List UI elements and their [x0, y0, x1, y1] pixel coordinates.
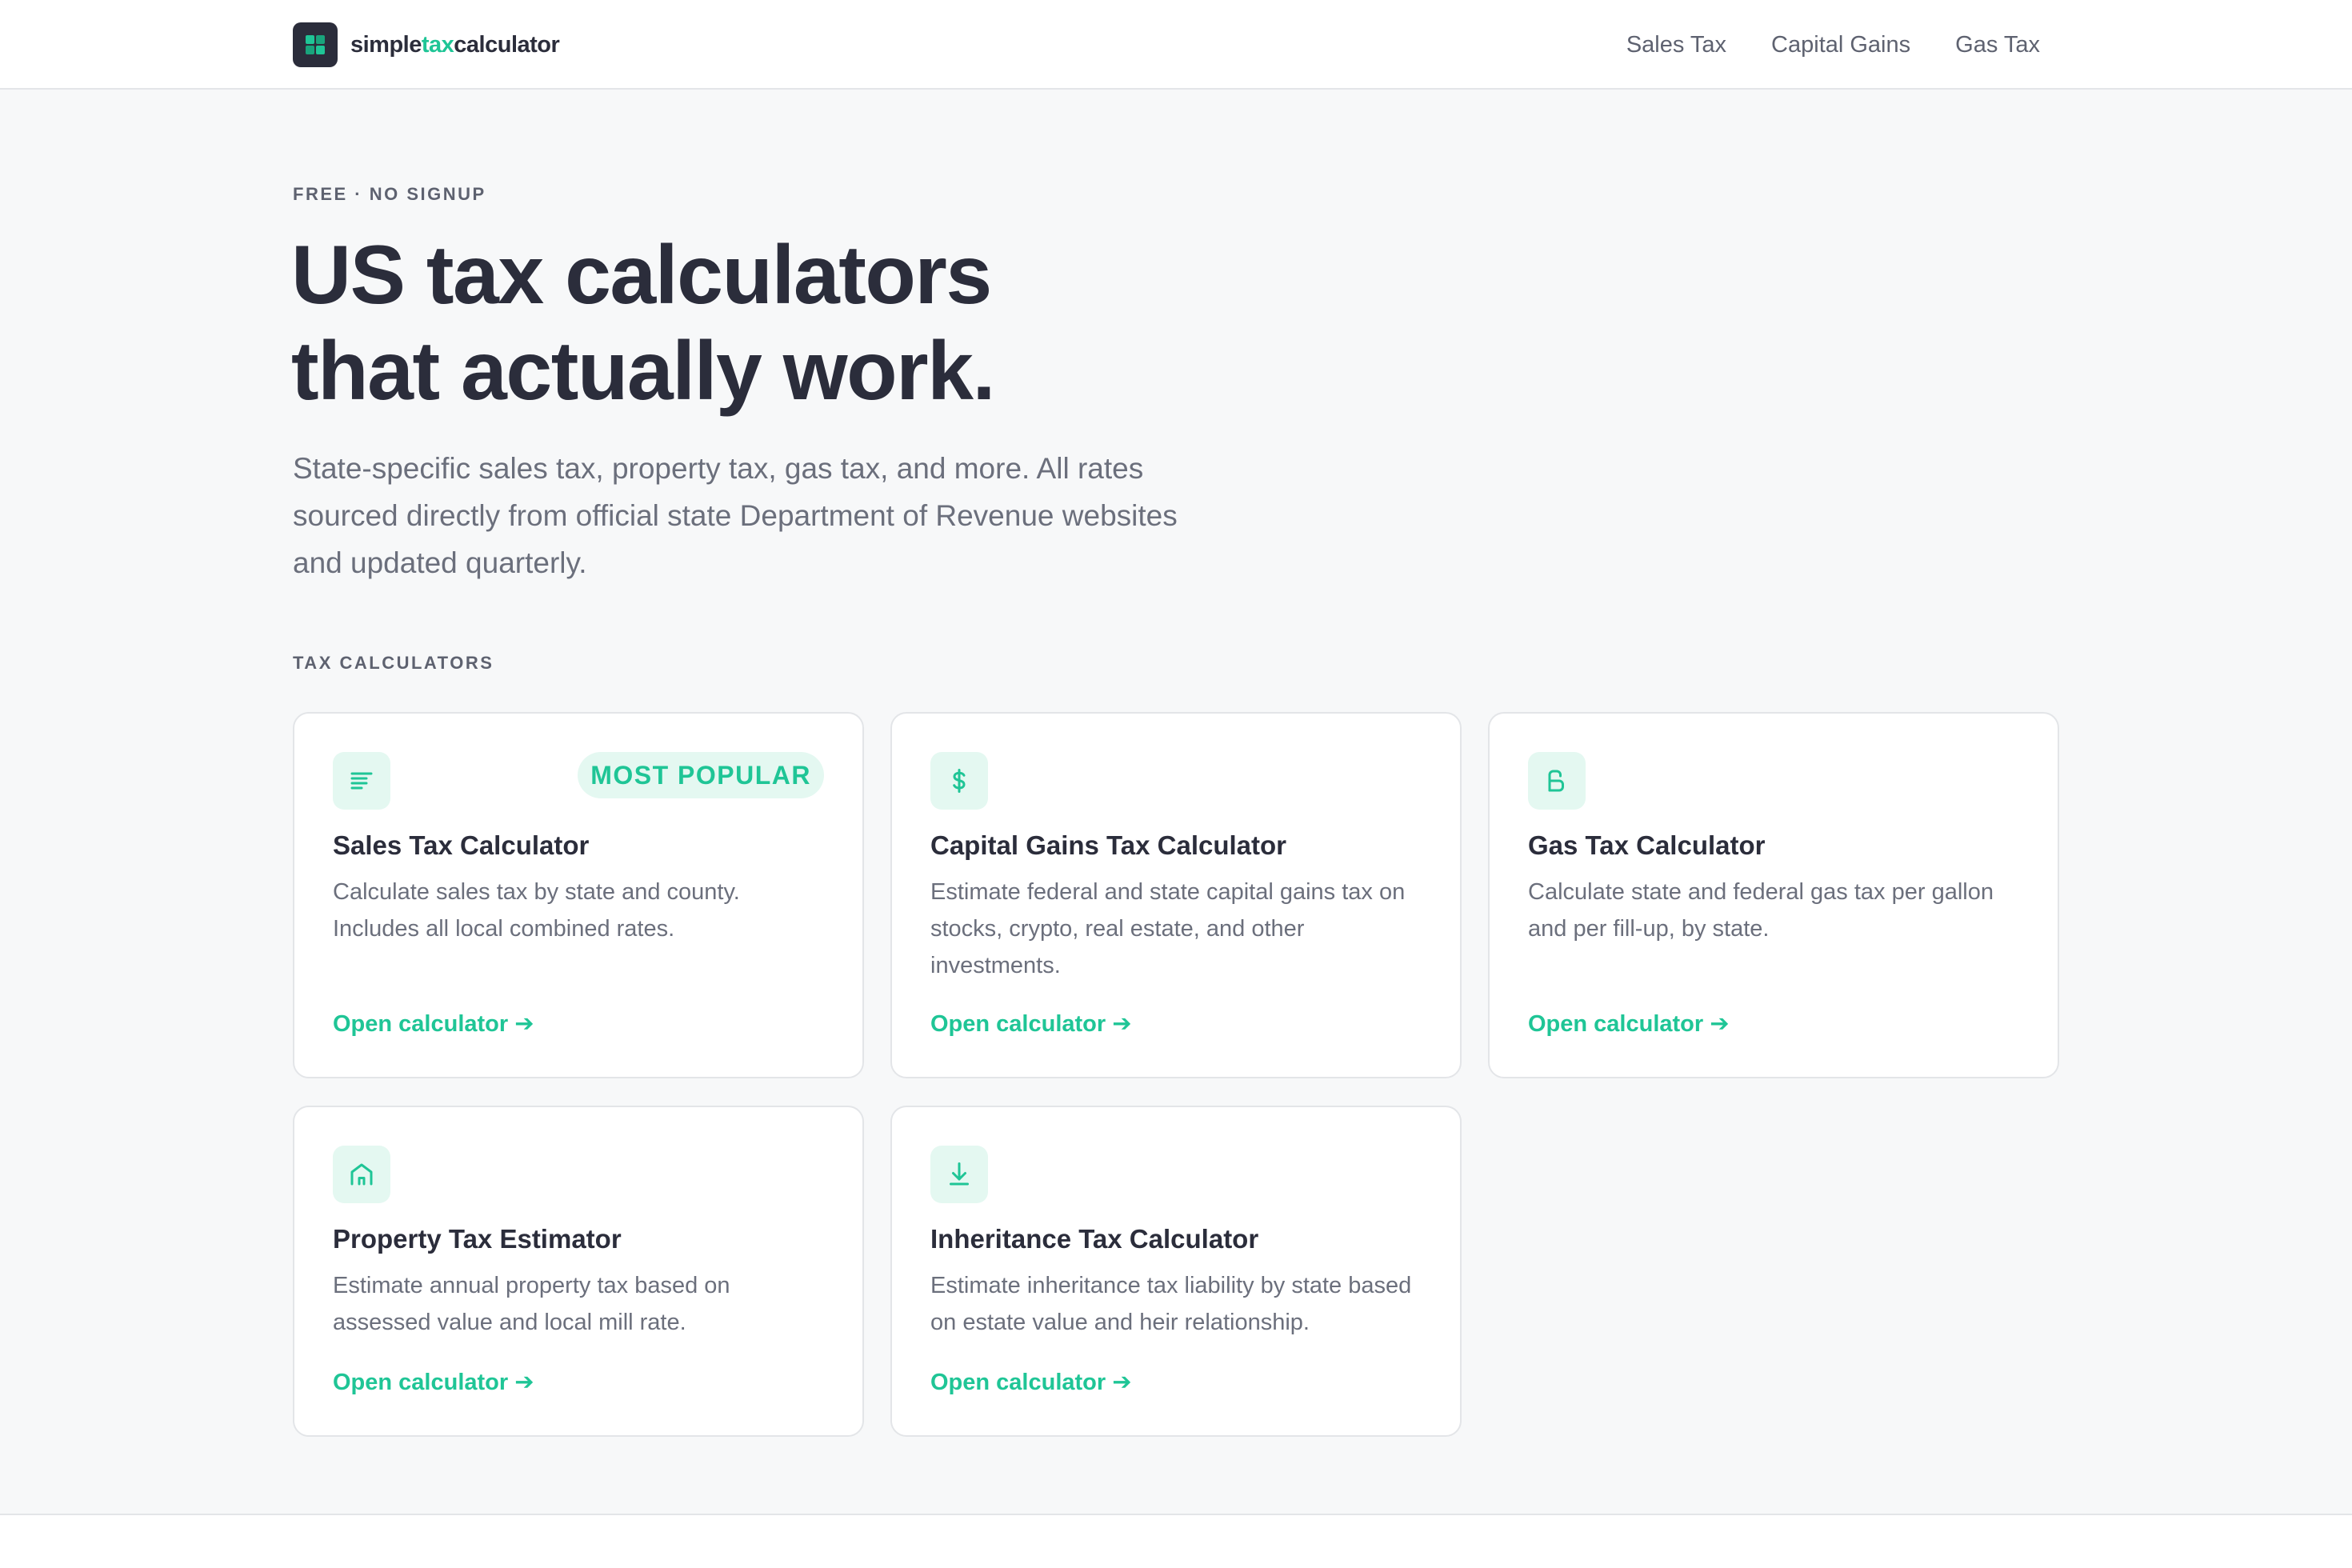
brand-name-accent: tax	[421, 31, 454, 58]
card-inheritance-tax[interactable]: Inheritance Tax Calculator Estimate inhe…	[890, 1106, 1462, 1437]
main-nav: Sales Tax Capital Gains Gas Tax	[1582, 0, 2040, 90]
brand-logo-link[interactable]: simpletaxcalculator	[293, 22, 560, 67]
hero-title-line-1: US tax calculators	[291, 229, 992, 322]
card-description: Estimate inheritance tax liability by st…	[930, 1273, 1412, 1335]
hero-eyebrow: FREE · NO SIGNUP	[293, 184, 486, 204]
card-description: Estimate annual property tax based on as…	[333, 1273, 730, 1335]
card-gas-tax[interactable]: Gas Tax Calculator Calculate state and f…	[1488, 712, 2059, 1078]
card-title: Inheritance Tax Calculator	[930, 1224, 1259, 1254]
document-lines-icon	[333, 752, 390, 810]
most-popular-badge: MOST POPULAR	[578, 752, 824, 798]
card-title: Property Tax Estimator	[333, 1224, 622, 1254]
open-calculator-link[interactable]: Open calculator ➔	[930, 1368, 1132, 1396]
top-navigation-bar: simpletaxcalculator Sales Tax Capital Ga…	[0, 0, 2352, 90]
logo-grid-icon	[293, 22, 338, 67]
gas-pump-icon	[1528, 752, 1586, 810]
open-calculator-link[interactable]: Open calculator ➔	[1528, 1010, 1730, 1038]
hero-subtitle: State-specific sales tax, property tax, …	[293, 452, 1178, 579]
card-description: Calculate state and federal gas tax per …	[1528, 879, 1994, 942]
open-calculator-link[interactable]: Open calculator ➔	[333, 1368, 534, 1396]
card-capital-gains[interactable]: Capital Gains Tax Calculator Estimate fe…	[890, 712, 1462, 1078]
nav-link-capital-gains[interactable]: Capital Gains	[1771, 32, 1910, 58]
house-icon	[333, 1146, 390, 1203]
brand-name-suffix: calculator	[454, 31, 560, 58]
open-calculator-link[interactable]: Open calculator ➔	[930, 1010, 1132, 1038]
hero-title-line-2: that actually work.	[291, 325, 995, 418]
open-calculator-link[interactable]: Open calculator ➔	[333, 1010, 534, 1038]
card-description: Estimate federal and state capital gains…	[930, 879, 1406, 978]
hero-title: US tax calculators that actually work.	[291, 227, 1491, 419]
card-title: Sales Tax Calculator	[333, 830, 590, 860]
card-title: Capital Gains Tax Calculator	[930, 830, 1287, 860]
section-label-tax-calculators: TAX CALCULATORS	[293, 653, 494, 673]
card-property-tax[interactable]: Property Tax Estimator Estimate annual p…	[293, 1106, 864, 1437]
footer	[0, 1515, 2352, 1568]
brand-name-prefix: simple	[350, 31, 422, 58]
brand-name: simpletaxcalculator	[350, 31, 560, 58]
card-description: Calculate sales tax by state and county.…	[333, 879, 740, 942]
download-icon	[930, 1146, 988, 1203]
card-sales-tax[interactable]: MOST POPULAR Sales Tax Calculator Calcul…	[293, 712, 864, 1078]
nav-link-gas-tax[interactable]: Gas Tax	[1955, 32, 2040, 58]
nav-link-sales-tax[interactable]: Sales Tax	[1626, 32, 1726, 58]
dollar-icon	[930, 752, 988, 810]
card-title: Gas Tax Calculator	[1528, 830, 1766, 860]
